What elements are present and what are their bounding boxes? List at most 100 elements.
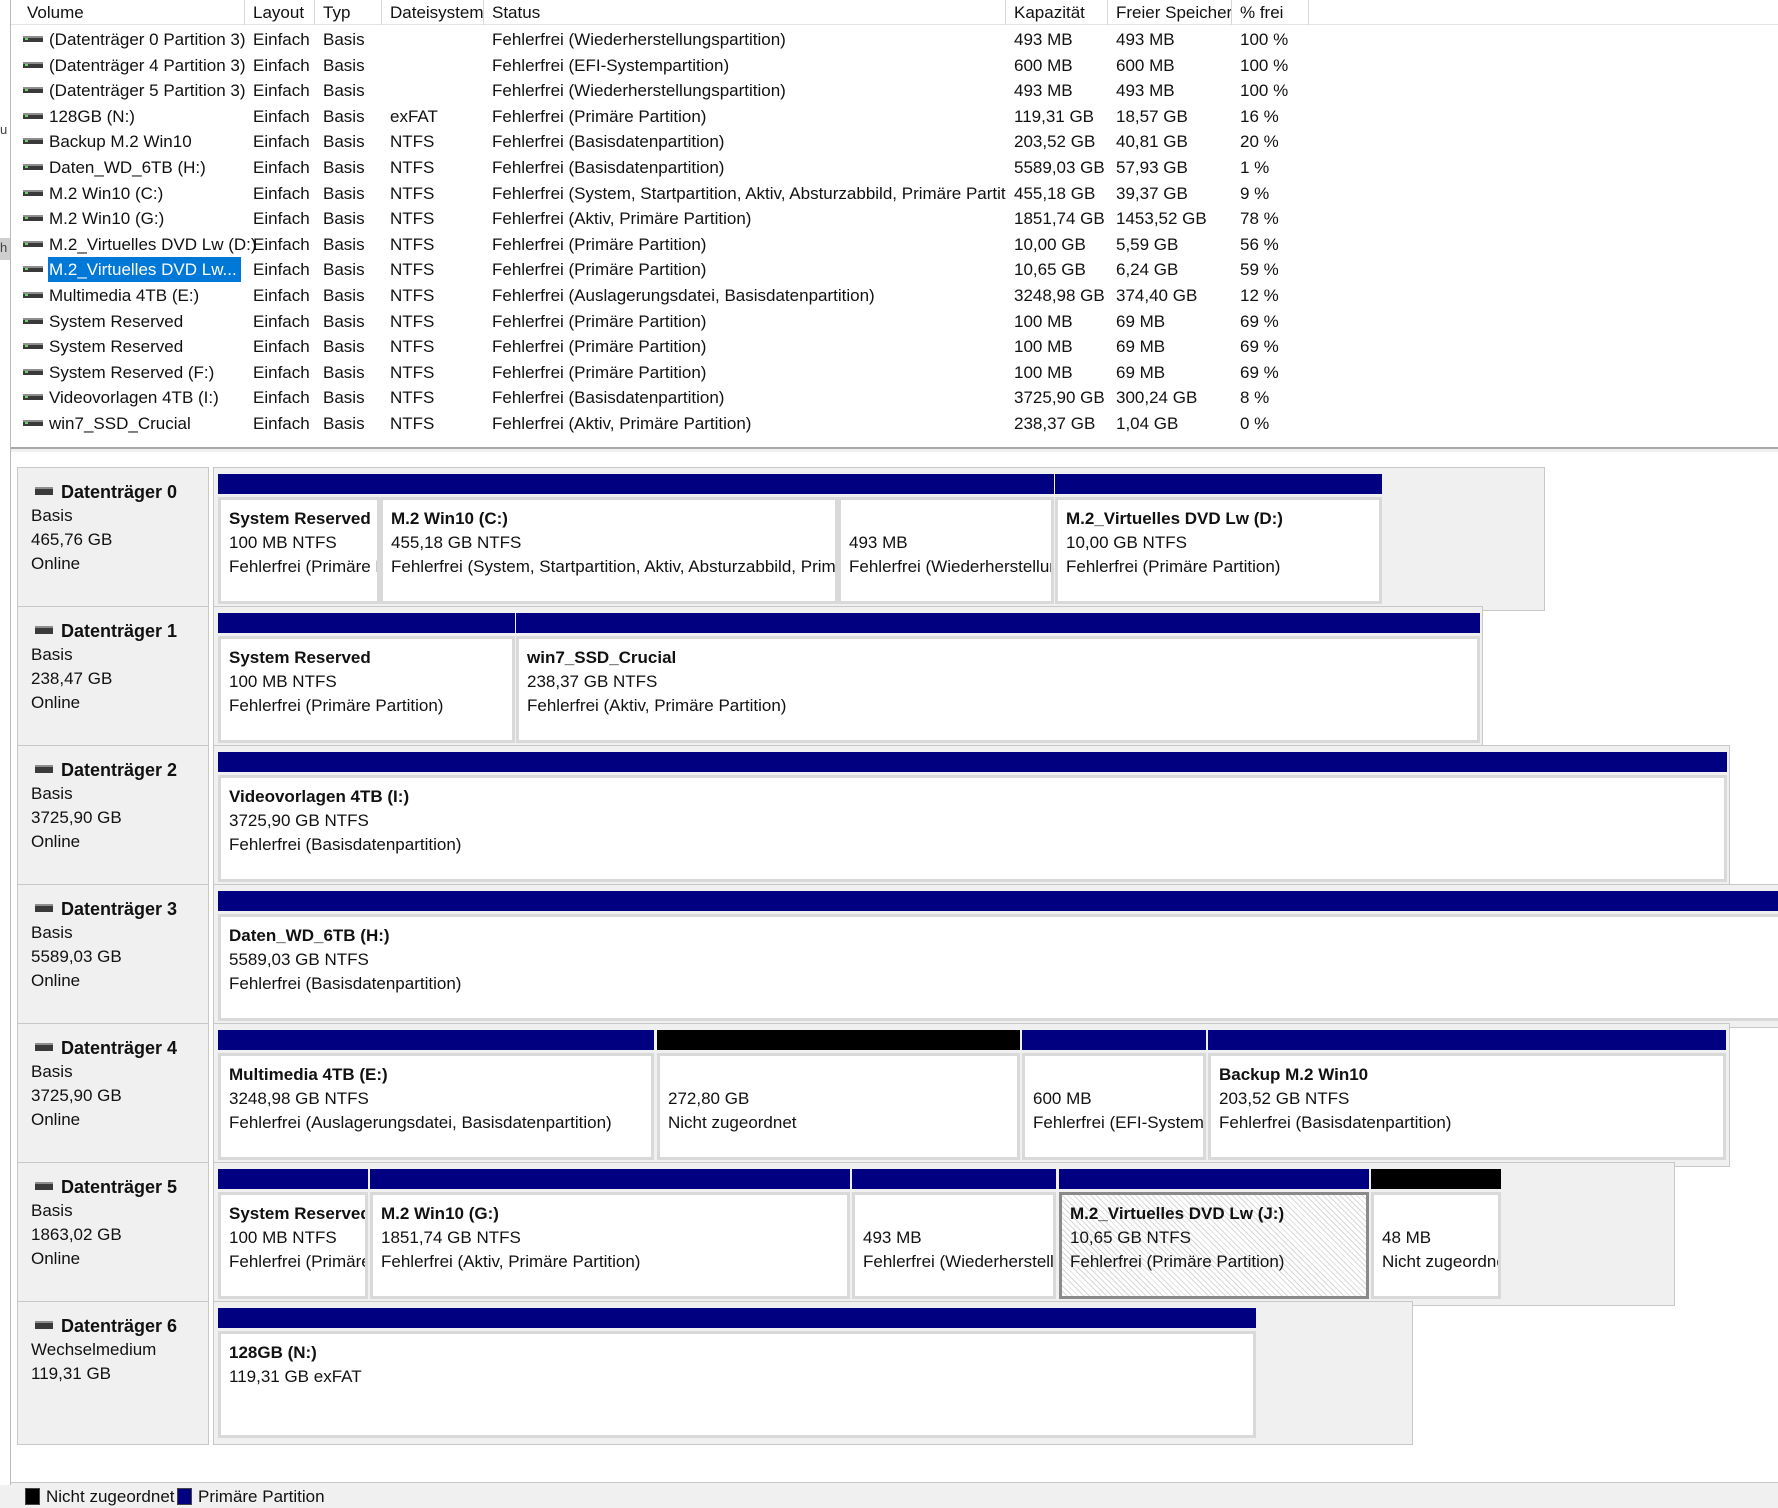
volume-name: Daten_WD_6TB (H:) [49, 158, 206, 177]
cell-layout: Einfach [253, 183, 310, 203]
table-row[interactable]: M.2_Virtuelles DVD Lw (D:) Einfach Basis NT… [11, 232, 1451, 258]
partition-header-bar [218, 613, 515, 633]
cell-dateisystem: NTFS [390, 337, 435, 357]
partition-name: M.2 Win10 (G:) [381, 1204, 499, 1223]
partition-header-bar [1371, 1169, 1501, 1189]
partition-name: Videovorlagen 4TB (I:) [229, 787, 410, 806]
partition-status: Fehlerfrei (Primäre [229, 1252, 368, 1271]
partition-block[interactable]: Daten_WD_6TB (H:) 5589,03 GB NTFS Fehlerfr… [218, 891, 1778, 1021]
table-row[interactable]: System Reserved Einfach Basis NTFS Fehlerfre… [11, 334, 1451, 360]
partition-block[interactable]: M.2 Win10 (C:) 455,18 GB NTFS Fehlerfrei (… [380, 474, 838, 604]
disk-label[interactable]: Datenträger 6 Wechselmedium 119,31 GB [17, 1301, 209, 1445]
partition-block[interactable]: Videovorlagen 4TB (I:) 3725,90 GB NTFS Feh… [218, 752, 1727, 882]
cell-status: Fehlerfrei (Primäre Partition) [492, 234, 707, 254]
disk-row: Datenträger 6 Wechselmedium 119,31 GB 128GB… [17, 1301, 1413, 1445]
table-row[interactable]: 128GB (N:) Einfach Basis exFAT Fehlerfrei (P… [11, 104, 1451, 130]
column-header-frei[interactable]: Freier Speicher [1108, 0, 1232, 25]
cell-status: Fehlerfrei (Aktiv, Primäre Partition) [492, 209, 752, 229]
disk-label[interactable]: Datenträger 2 Basis 3725,90 GB Online [17, 745, 209, 889]
volume-list[interactable]: Volume Layout Typ Dateisystem Status Kapazitä… [11, 0, 1778, 449]
column-header-typ[interactable]: Typ [315, 0, 382, 25]
partition-header-bar [657, 1030, 1020, 1050]
drive-icon [23, 290, 43, 300]
table-row[interactable]: Multimedia 4TB (E:) Einfach Basis NTFS Fehle… [11, 283, 1451, 309]
partition-header-bar [1022, 1030, 1206, 1050]
partition-status: Fehlerfrei (Aktiv, Primäre Partition) [527, 696, 787, 715]
disk-type: Basis [31, 784, 73, 803]
table-row[interactable]: M.2 Win10 (G:) Einfach Basis NTFS Fehlerfrei… [11, 206, 1451, 232]
disk-row: Datenträger 5 Basis 1863,02 GB Online System… [17, 1162, 1675, 1306]
cell-typ: Basis [323, 234, 365, 254]
disk-partitions: System Reserved 100 MB NTFS Fehlerfrei (Pr… [213, 606, 1483, 750]
partition-block[interactable]: System Reserved 100 MB NTFS Fehlerfrei (Pr… [218, 613, 515, 743]
volume-name: M.2 Win10 (G:) [49, 209, 165, 229]
partition-size: 238,37 GB NTFS [527, 672, 658, 691]
disk-label[interactable]: Datenträger 1 Basis 238,47 GB Online [17, 606, 209, 750]
disk-title-text: Datenträger 3 [61, 899, 178, 919]
disk-title: Datenträger 1 [31, 619, 208, 643]
unallocated-space[interactable]: 48 MB Nicht zugeordne [1371, 1169, 1501, 1299]
column-header-status[interactable]: Status [484, 0, 1006, 25]
cell-frei: 69 MB [1116, 362, 1166, 382]
column-header-layout[interactable]: Layout [245, 0, 315, 25]
partition-block[interactable]: win7_SSD_Crucial 238,37 GB NTFS Fehlerfrei… [516, 613, 1480, 743]
partition-size: 10,00 GB NTFS [1066, 533, 1187, 552]
disk-label[interactable]: Datenträger 5 Basis 1863,02 GB Online [17, 1162, 209, 1306]
partition-block[interactable]: System Reserved 100 MB NTFS Fehlerfrei (Pr… [218, 1169, 368, 1299]
cell-frei: 374,40 GB [1116, 286, 1198, 305]
table-row[interactable]: Backup M.2 Win10 Einfach Basis NTFS Fehlerfr… [11, 129, 1451, 155]
table-row[interactable]: M.2_Virtuelles DVD Lw... Einfach Basis NTFS… [11, 256, 1451, 284]
cell-status: Fehlerfrei (Primäre Partition) [492, 260, 707, 280]
disk-label[interactable]: Datenträger 3 Basis 5589,03 GB Online [17, 884, 209, 1028]
table-row[interactable]: System Reserved Einfach Basis NTFS Fehlerfre… [11, 309, 1451, 335]
partition-block[interactable]: 600 MB Fehlerfrei (EFI-Systempa [1022, 1030, 1206, 1160]
column-header-prozent[interactable]: % frei [1232, 0, 1309, 25]
partition-block[interactable]: Multimedia 4TB (E:) 3248,98 GB NTFS Fehler… [218, 1030, 654, 1160]
column-header-kapazitaet[interactable]: Kapazität [1006, 0, 1108, 25]
cell-status: Fehlerfrei (Primäre Partition) [492, 337, 707, 357]
disk-size: 3725,90 GB [31, 1086, 122, 1105]
disk-label[interactable]: Datenträger 0 Basis 465,76 GB Online [17, 467, 209, 611]
cell-kapazitaet: 100 MB [1014, 337, 1073, 357]
cell-frei: 18,57 GB [1116, 106, 1188, 126]
disk-size: 5589,03 GB [31, 947, 122, 966]
table-row[interactable]: (Datenträger 4 Partition 3) Einfach Basis F… [11, 53, 1451, 79]
cell-kapazitaet: 493 MB [1014, 30, 1073, 49]
partition-status: Fehlerfrei (Aktiv, Primäre Partition) [381, 1252, 641, 1271]
table-row[interactable]: System Reserved (F:) Einfach Basis NTFS Fehl… [11, 360, 1451, 386]
partition-status: Fehlerfrei (Basisdatenpartition) [229, 835, 462, 854]
cell-layout: Einfach [253, 286, 310, 305]
partition-name [863, 1202, 1053, 1226]
partition-block[interactable]: 128GB (N:) 119,31 GB exFAT [218, 1308, 1256, 1438]
partition-block[interactable]: M.2_Virtuelles DVD Lw (J:) 10,65 GB NTFS F… [1059, 1169, 1369, 1299]
unallocated-space[interactable]: 272,80 GB Nicht zugeordnet [657, 1030, 1020, 1160]
table-row[interactable]: (Datenträger 0 Partition 3) Einfach Basis F… [11, 27, 1451, 53]
partition-block[interactable]: 493 MB Fehlerfrei (Wiederherstellun [838, 474, 1054, 604]
table-row[interactable]: M.2 Win10 (C:) Einfach Basis NTFS Fehlerfrei… [11, 181, 1451, 207]
partition-status: Fehlerfrei (Wiederherstellun [849, 557, 1054, 576]
column-header-dateisystem[interactable]: Dateisystem [382, 0, 484, 25]
cell-prozent: 56 % [1240, 234, 1279, 254]
partition-block[interactable]: M.2_Virtuelles DVD Lw (D:) 10,00 GB NTFS F… [1055, 474, 1382, 604]
table-row[interactable]: (Datenträger 5 Partition 3) Einfach Basis F… [11, 78, 1451, 104]
partition-block[interactable]: Backup M.2 Win10 203,52 GB NTFS Fehlerfrei… [1208, 1030, 1726, 1160]
cell-frei: 69 MB [1116, 337, 1166, 357]
partition-header-bar [1208, 1030, 1726, 1050]
drive-icon [23, 264, 43, 274]
partition-status: Fehlerfrei (Wiederherstellu [863, 1252, 1056, 1271]
table-row[interactable]: Daten_WD_6TB (H:) Einfach Basis NTFS Fehlerf… [11, 155, 1451, 181]
partition-block[interactable]: M.2 Win10 (G:) 1851,74 GB NTFS Fehlerfrei … [370, 1169, 850, 1299]
column-header-volume[interactable]: Volume [11, 0, 245, 25]
cell-dateisystem: NTFS [390, 209, 435, 229]
partition-name [1033, 1063, 1203, 1087]
cell-kapazitaet: 100 MB [1014, 311, 1073, 331]
table-row[interactable]: win7_SSD_Crucial Einfach Basis NTFS Fehlerfr… [11, 411, 1451, 437]
table-row[interactable]: Videovorlagen 4TB (I:) Einfach Basis NTFS Fe… [11, 385, 1451, 411]
disk-label[interactable]: Datenträger 4 Basis 3725,90 GB Online [17, 1023, 209, 1167]
partition-block[interactable]: 493 MB Fehlerfrei (Wiederherstellu [852, 1169, 1056, 1299]
disk-icon [35, 626, 53, 634]
cell-typ: Basis [323, 30, 365, 49]
partition-block[interactable]: System Reserved 100 MB NTFS Fehlerfrei (Pr… [218, 474, 380, 604]
volume-list-header: Volume Layout Typ Dateisystem Status Kapazitä… [11, 0, 1778, 25]
partition-header-bar [380, 474, 838, 494]
